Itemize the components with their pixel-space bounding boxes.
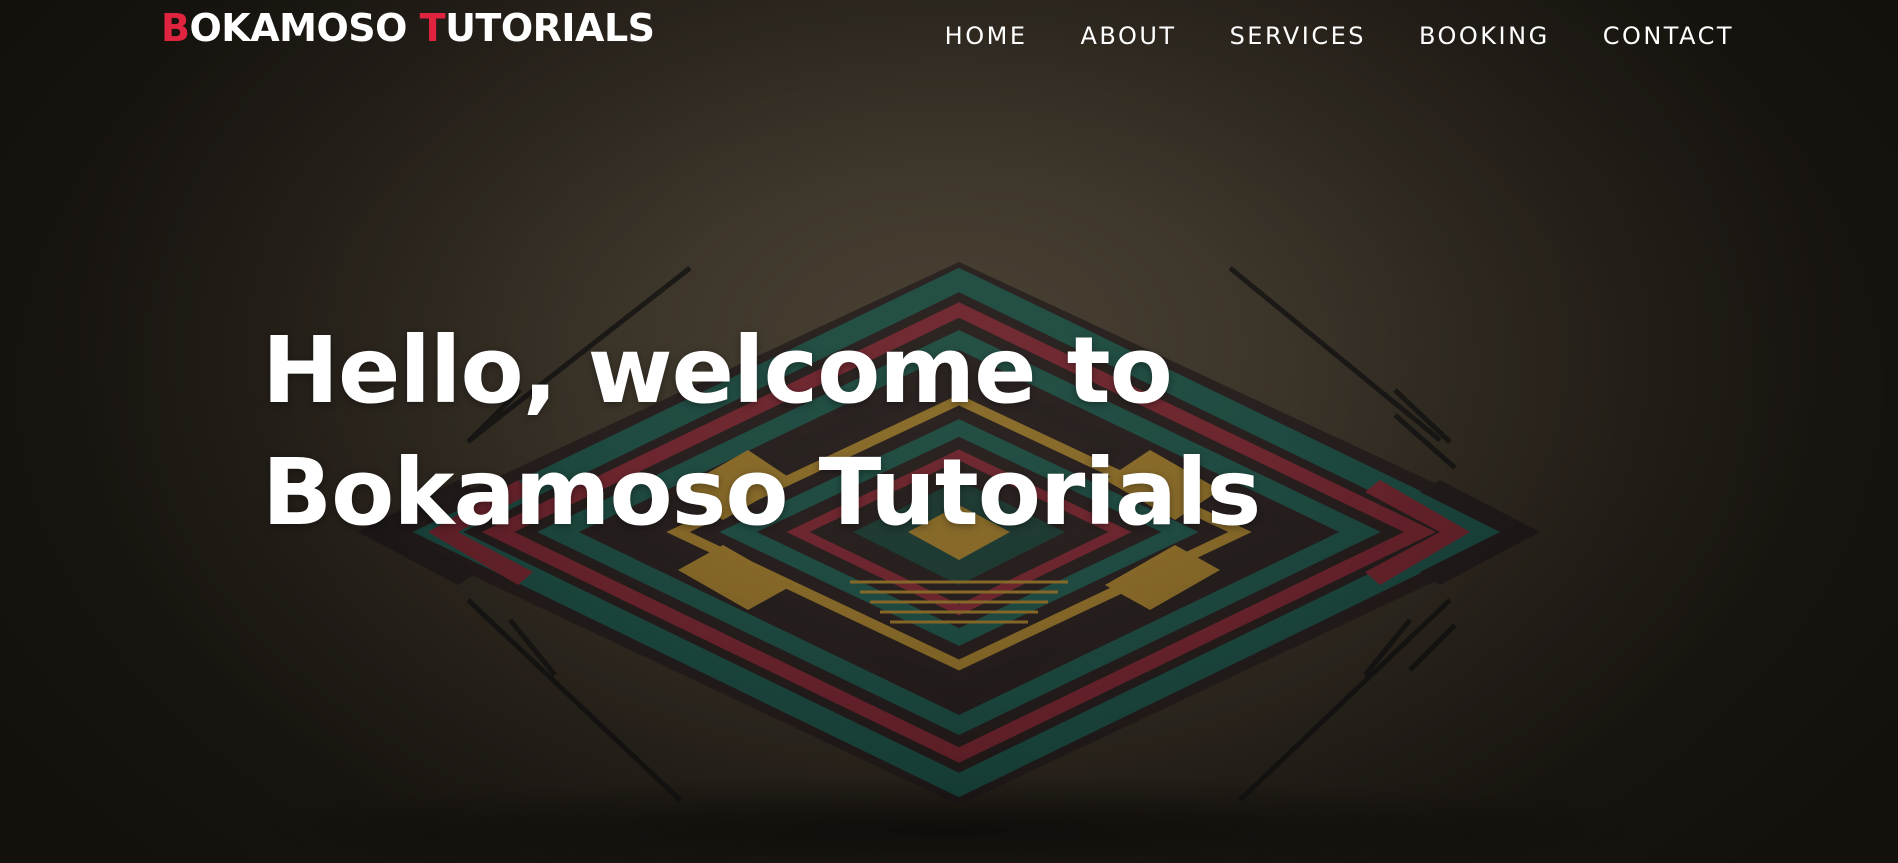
brand-word-okamoso: OKAMOSO — [189, 6, 407, 50]
top-navigation: BOKAMOSO TUTORIALS HOME ABOUT SERVICES B… — [0, 0, 1898, 70]
nav-menu: HOME ABOUT SERVICES BOOKING CONTACT — [892, 20, 1734, 52]
nav-link-booking[interactable]: BOOKING — [1419, 20, 1550, 52]
nav-link-services[interactable]: SERVICES — [1230, 20, 1366, 52]
brand-initial-b: B — [161, 6, 190, 50]
hero-headline: Hello, welcome to Bokamoso Tutorials — [262, 310, 1261, 554]
brand-word-utorials: UTORIALS — [445, 6, 655, 50]
hero-headline-line2: Bokamoso Tutorials — [262, 439, 1261, 546]
nav-link-about[interactable]: ABOUT — [1080, 20, 1176, 52]
nav-item-home: HOME — [892, 20, 1028, 52]
brand-logo-link[interactable]: BOKAMOSO TUTORIALS — [161, 6, 655, 50]
hero-section: Hello, welcome to Bokamoso Tutorials — [0, 0, 1898, 863]
nav-item-contact: CONTACT — [1550, 20, 1734, 52]
nav-link-contact[interactable]: CONTACT — [1603, 20, 1734, 52]
nav-item-about: ABOUT — [1027, 20, 1176, 52]
nav-item-services: SERVICES — [1177, 20, 1366, 52]
nav-link-home[interactable]: HOME — [945, 20, 1028, 52]
nav-item-booking: BOOKING — [1366, 20, 1550, 52]
brand-initial-t: T — [419, 6, 446, 50]
hero-headline-line1: Hello, welcome to — [262, 317, 1173, 424]
